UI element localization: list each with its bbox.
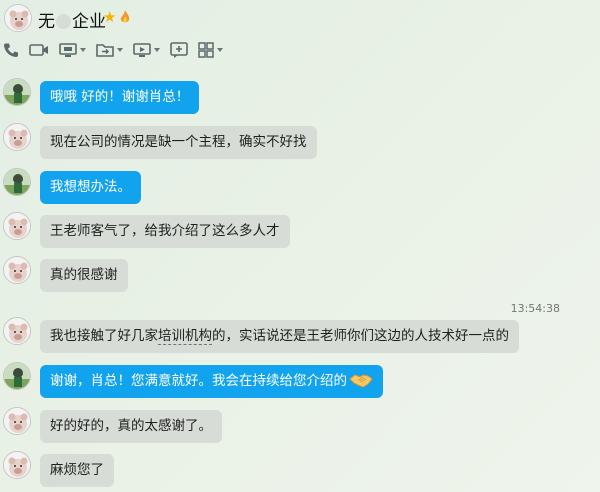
message-bubble-sent[interactable]: 谢谢，肖总！您满意就好。我会在持续给您介绍的 [40,365,383,398]
add-member-icon[interactable] [170,42,188,58]
message-row: 我想想办法。 [0,168,600,208]
message-bubble-sent[interactable]: 我想想办法。 [40,171,141,204]
message-bubble-received[interactable]: 我也接触了好几家培训机构的，实话说还是王老师你们这边的人技术好一点的 [40,320,519,353]
contact-avatar[interactable] [3,407,31,435]
message-row: 好的好的，真的太感谢了。 [0,407,600,447]
chevron-down-icon [217,48,223,52]
message-row: 现在公司的情况是缺一个主程，确实不好找 [0,123,600,163]
message-text: 谢谢，肖总！您满意就好。我会在持续给您介绍的 [50,373,347,389]
chat-toolbar [3,40,233,60]
star-icon: ★ [103,8,117,26]
chevron-down-icon [80,48,86,52]
my-avatar[interactable] [3,78,31,106]
chevron-down-icon [154,48,160,52]
video-call-icon[interactable] [29,42,49,58]
message-bubble-received[interactable]: 麻烦您了 [40,454,114,487]
my-avatar[interactable] [3,168,31,196]
message-text: 我也接触了好几家 [50,328,158,344]
message-row: 谢谢，肖总！您满意就好。我会在持续给您介绍的 [0,362,600,402]
contact-avatar[interactable] [3,212,31,240]
contact-avatar[interactable] [3,451,31,479]
message-row: 真的很感谢 [0,256,600,296]
contact-name-prefix: 无 [38,12,55,32]
contact-avatar[interactable] [4,4,32,32]
phone-icon[interactable] [3,42,19,58]
message-row: 哦哦 好的！谢谢肖总！ [0,78,600,118]
contact-name-suffix: 企业 [72,12,106,32]
my-avatar[interactable] [3,362,31,390]
message-bubble-received[interactable]: 王老师客气了，给我介绍了这么多人才 [40,215,290,248]
contact-avatar[interactable] [3,317,31,345]
message-bubble-received[interactable]: 现在公司的情况是缺一个主程，确实不好找 [40,126,317,159]
handshake-emoji-icon [349,373,373,388]
message-bubble-received[interactable]: 真的很感谢 [40,259,128,292]
message-row: 麻烦您了 [0,451,600,491]
transfer-file-icon[interactable] [96,42,123,58]
contact-avatar[interactable] [3,256,31,284]
contact-name: 无企业 [38,7,106,32]
apps-grid-icon[interactable] [198,42,223,58]
message-bubble-sent[interactable]: 哦哦 好的！谢谢肖总！ [40,81,200,114]
contact-avatar[interactable] [3,123,31,151]
message-row: 我也接触了好几家培训机构的，实话说还是王老师你们这边的人技术好一点的 [0,317,600,357]
keyword-link[interactable]: 培训机构 [158,328,212,345]
message-timestamp: 13:54:38 [510,302,560,315]
blurred-character [56,14,71,29]
message-row: 王老师客气了，给我介绍了这么多人才 [0,212,600,252]
chevron-down-icon [117,48,123,52]
screen-share-icon[interactable] [59,42,86,58]
message-text: 的，实话说还是王老师你们这边的人技术好一点的 [212,328,509,344]
message-bubble-received[interactable]: 好的好的，真的太感谢了。 [40,410,222,443]
chat-header: 无企业 ★ [0,0,600,66]
remote-desktop-icon[interactable] [133,42,160,58]
flame-icon [120,10,130,23]
